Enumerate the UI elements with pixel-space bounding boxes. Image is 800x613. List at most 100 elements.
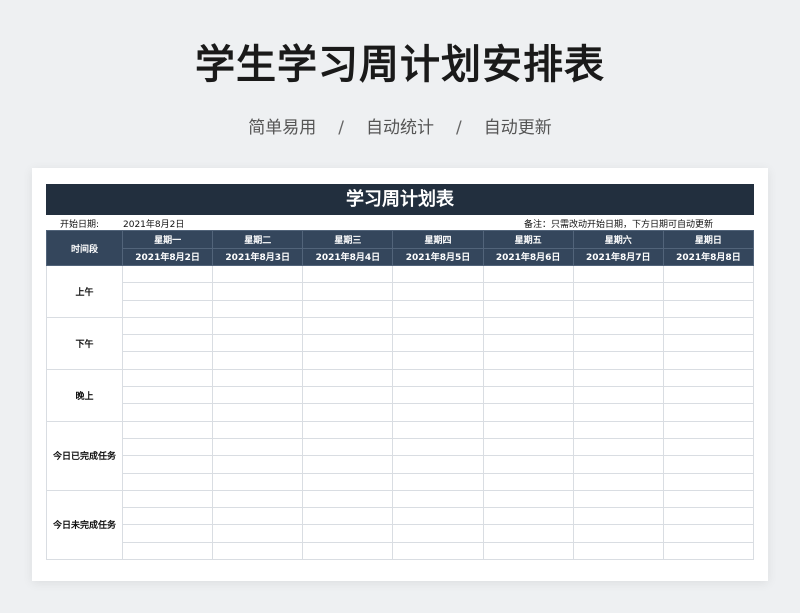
schedule-cell[interactable]	[212, 437, 304, 457]
schedule-cell[interactable]	[662, 264, 755, 284]
schedule-cell[interactable]	[121, 524, 214, 543]
schedule-cell[interactable]	[302, 264, 394, 284]
schedule-cell[interactable]	[662, 472, 755, 491]
schedule-cell[interactable]	[482, 507, 574, 526]
schedule-cell[interactable]	[392, 403, 484, 422]
schedule-cell[interactable]	[392, 334, 484, 353]
schedule-cell[interactable]	[572, 334, 664, 353]
schedule-cell[interactable]	[302, 472, 394, 491]
schedule-cell[interactable]	[572, 420, 664, 439]
schedule-cell[interactable]	[302, 368, 394, 388]
schedule-cell[interactable]	[662, 299, 755, 318]
schedule-cell[interactable]	[302, 351, 394, 370]
schedule-cell[interactable]	[662, 437, 755, 457]
schedule-cell[interactable]	[572, 316, 664, 336]
schedule-cell[interactable]	[482, 282, 574, 301]
schedule-cell[interactable]	[212, 368, 304, 388]
schedule-cell[interactable]	[302, 316, 394, 336]
schedule-cell[interactable]	[392, 351, 484, 370]
schedule-cell[interactable]	[662, 489, 755, 509]
schedule-cell[interactable]	[572, 437, 664, 457]
schedule-cell[interactable]	[392, 541, 484, 561]
schedule-cell[interactable]	[121, 437, 214, 457]
schedule-cell[interactable]	[121, 386, 214, 405]
schedule-cell[interactable]	[212, 334, 304, 353]
schedule-cell[interactable]	[121, 264, 214, 284]
schedule-cell[interactable]	[121, 420, 214, 439]
schedule-cell[interactable]	[662, 420, 755, 439]
schedule-cell[interactable]	[572, 403, 664, 422]
schedule-cell[interactable]	[482, 455, 574, 474]
schedule-cell[interactable]	[121, 541, 214, 561]
schedule-cell[interactable]	[572, 489, 664, 509]
schedule-cell[interactable]	[662, 351, 755, 370]
schedule-cell[interactable]	[212, 351, 304, 370]
schedule-cell[interactable]	[302, 282, 394, 301]
schedule-cell[interactable]	[121, 472, 214, 491]
schedule-cell[interactable]	[392, 282, 484, 301]
schedule-cell[interactable]	[482, 316, 574, 336]
schedule-cell[interactable]	[572, 299, 664, 318]
schedule-cell[interactable]	[572, 368, 664, 388]
schedule-cell[interactable]	[392, 386, 484, 405]
schedule-cell[interactable]	[572, 282, 664, 301]
schedule-cell[interactable]	[392, 316, 484, 336]
schedule-cell[interactable]	[212, 507, 304, 526]
schedule-cell[interactable]	[392, 299, 484, 318]
schedule-cell[interactable]	[662, 541, 755, 561]
schedule-cell[interactable]	[121, 489, 214, 509]
schedule-cell[interactable]	[662, 386, 755, 405]
schedule-cell[interactable]	[482, 472, 574, 491]
schedule-cell[interactable]	[212, 472, 304, 491]
schedule-cell[interactable]	[212, 489, 304, 509]
schedule-cell[interactable]	[572, 351, 664, 370]
schedule-cell[interactable]	[212, 403, 304, 422]
schedule-cell[interactable]	[482, 489, 574, 509]
schedule-cell[interactable]	[572, 264, 664, 284]
schedule-cell[interactable]	[572, 541, 664, 561]
schedule-cell[interactable]	[392, 472, 484, 491]
schedule-cell[interactable]	[302, 541, 394, 561]
schedule-cell[interactable]	[662, 455, 755, 474]
schedule-cell[interactable]	[212, 420, 304, 439]
schedule-cell[interactable]	[121, 455, 214, 474]
schedule-cell[interactable]	[121, 282, 214, 301]
schedule-cell[interactable]	[212, 541, 304, 561]
schedule-cell[interactable]	[302, 420, 394, 439]
schedule-cell[interactable]	[482, 264, 574, 284]
schedule-cell[interactable]	[121, 316, 214, 336]
schedule-cell[interactable]	[392, 264, 484, 284]
schedule-cell[interactable]	[392, 489, 484, 509]
schedule-cell[interactable]	[212, 264, 304, 284]
schedule-cell[interactable]	[662, 316, 755, 336]
schedule-cell[interactable]	[572, 386, 664, 405]
schedule-cell[interactable]	[662, 282, 755, 301]
schedule-cell[interactable]	[121, 299, 214, 318]
schedule-cell[interactable]	[482, 541, 574, 561]
schedule-cell[interactable]	[212, 524, 304, 543]
schedule-cell[interactable]	[302, 403, 394, 422]
schedule-cell[interactable]	[572, 472, 664, 491]
schedule-cell[interactable]	[662, 524, 755, 543]
schedule-cell[interactable]	[302, 507, 394, 526]
schedule-cell[interactable]	[302, 334, 394, 353]
schedule-cell[interactable]	[482, 334, 574, 353]
schedule-cell[interactable]	[212, 299, 304, 318]
schedule-cell[interactable]	[212, 316, 304, 336]
schedule-cell[interactable]	[392, 524, 484, 543]
schedule-cell[interactable]	[392, 507, 484, 526]
schedule-cell[interactable]	[572, 524, 664, 543]
schedule-cell[interactable]	[662, 403, 755, 422]
schedule-cell[interactable]	[392, 437, 484, 457]
schedule-cell[interactable]	[302, 299, 394, 318]
schedule-cell[interactable]	[302, 437, 394, 457]
schedule-cell[interactable]	[212, 455, 304, 474]
schedule-cell[interactable]	[212, 282, 304, 301]
schedule-cell[interactable]	[121, 403, 214, 422]
schedule-cell[interactable]	[121, 334, 214, 353]
schedule-cell[interactable]	[662, 507, 755, 526]
schedule-cell[interactable]	[482, 368, 574, 388]
schedule-cell[interactable]	[572, 507, 664, 526]
schedule-cell[interactable]	[482, 403, 574, 422]
schedule-cell[interactable]	[121, 368, 214, 388]
